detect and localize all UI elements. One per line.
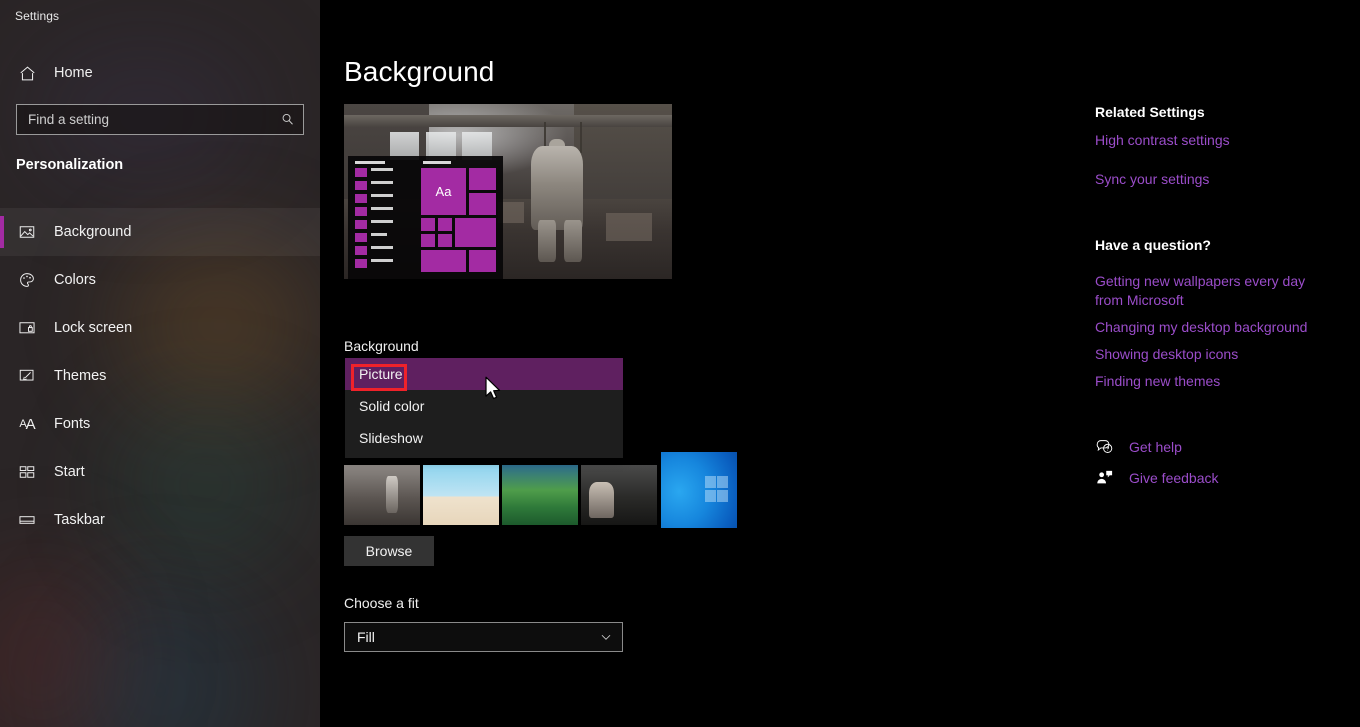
preview-tiles: Aa <box>421 168 496 272</box>
related-settings-rail: Related Settings High contrast settings … <box>1095 0 1360 727</box>
sidebar-item-label: Background <box>54 224 131 240</box>
sidebar-item-label: Home <box>54 65 93 81</box>
preview-tile-text: Aa <box>421 168 466 215</box>
dropdown-option-slideshow[interactable]: Slideshow <box>345 422 623 454</box>
sidebar-item-label: Start <box>54 464 85 480</box>
link-finding-new-themes[interactable]: Finding new themes <box>1095 372 1220 391</box>
home-icon <box>16 62 38 84</box>
search-input[interactable]: Find a setting <box>16 104 304 135</box>
link-sync-your-settings[interactable]: Sync your settings <box>1095 170 1209 189</box>
preview-start-menu: Aa <box>348 156 503 279</box>
sidebar-item-themes[interactable]: Themes <box>0 352 320 400</box>
start-tiles-icon <box>16 461 38 483</box>
fit-select-value: Fill <box>357 629 599 645</box>
dropdown-option-label: Slideshow <box>359 430 423 446</box>
main-content: Background <box>320 0 1360 727</box>
sidebar-item-fonts[interactable]: AA Fonts <box>0 400 320 448</box>
link-showing-desktop-icons[interactable]: Showing desktop icons <box>1095 345 1238 364</box>
sidebar-item-colors[interactable]: Colors <box>0 256 320 304</box>
sidebar-item-start[interactable]: Start <box>0 448 320 496</box>
sidebar-item-label: Fonts <box>54 416 90 432</box>
sidebar-item-label: Themes <box>54 368 106 384</box>
get-help-label: Get help <box>1129 439 1182 455</box>
sidebar-item-lock-screen[interactable]: Lock screen <box>0 304 320 352</box>
recent-images-list <box>344 452 764 530</box>
active-indicator <box>0 216 4 248</box>
dropdown-option-label: Picture <box>359 366 403 382</box>
taskbar-icon <box>16 509 38 531</box>
feedback-person-icon <box>1095 468 1114 487</box>
image-icon <box>16 221 38 243</box>
background-dropdown-list[interactable]: Picture Solid color Slideshow <box>345 358 623 458</box>
settings-window: Settings Home Find a setting Personaliza… <box>0 0 1360 727</box>
sidebar-item-background[interactable]: Background <box>0 208 320 256</box>
sidebar-item-label: Lock screen <box>54 320 132 336</box>
link-changing-my-desktop-background[interactable]: Changing my desktop background <box>1095 318 1307 337</box>
link-high-contrast-settings[interactable]: High contrast settings <box>1095 131 1230 150</box>
search-placeholder: Find a setting <box>28 112 279 127</box>
thumb-cartoon-beach[interactable] <box>423 465 499 525</box>
get-help-row[interactable]: Get help <box>1095 437 1182 456</box>
dropdown-option-label: Solid color <box>359 398 424 414</box>
thumb-green-lake[interactable] <box>502 465 578 525</box>
help-bubble-icon <box>1095 437 1114 456</box>
related-settings-header: Related Settings <box>1095 104 1205 120</box>
sidebar-section-header: Personalization <box>16 157 123 173</box>
give-feedback-label: Give feedback <box>1129 470 1219 486</box>
page-title: Background <box>344 56 494 88</box>
dropdown-option-solid-color[interactable]: Solid color <box>345 390 623 422</box>
link-getting-new-wallpapers[interactable]: Getting new wallpapers every day from Mi… <box>1095 272 1310 310</box>
brush-icon <box>16 365 38 387</box>
background-label: Background <box>344 338 419 354</box>
search-icon <box>279 112 295 128</box>
give-feedback-row[interactable]: Give feedback <box>1095 468 1219 487</box>
thumb-soldier-rifle[interactable] <box>581 465 657 525</box>
fit-select[interactable]: Fill <box>344 622 623 652</box>
palette-icon <box>16 269 38 291</box>
sidebar-nav: Background Colors <box>0 208 320 544</box>
sidebar-item-home[interactable]: Home <box>0 58 320 88</box>
fonts-icon: AA <box>16 413 38 435</box>
chevron-down-icon <box>599 630 613 644</box>
sidebar-item-taskbar[interactable]: Taskbar <box>0 496 320 544</box>
browse-button[interactable]: Browse <box>344 536 434 566</box>
sidebar: Settings Home Find a setting Personaliza… <box>0 0 320 727</box>
choose-a-fit-label: Choose a fit <box>344 595 419 611</box>
have-a-question-header: Have a question? <box>1095 237 1211 253</box>
lockscreen-icon <box>16 317 38 339</box>
dropdown-option-picture[interactable]: Picture <box>345 358 623 390</box>
sidebar-item-label: Colors <box>54 272 96 288</box>
sidebar-item-label: Taskbar <box>54 512 105 528</box>
thumb-industrial-armor[interactable] <box>344 465 420 525</box>
window-title: Settings <box>15 9 59 23</box>
background-preview: Aa <box>344 104 672 279</box>
thumb-windows-hero[interactable] <box>661 452 737 528</box>
windows-logo-icon <box>705 476 728 502</box>
